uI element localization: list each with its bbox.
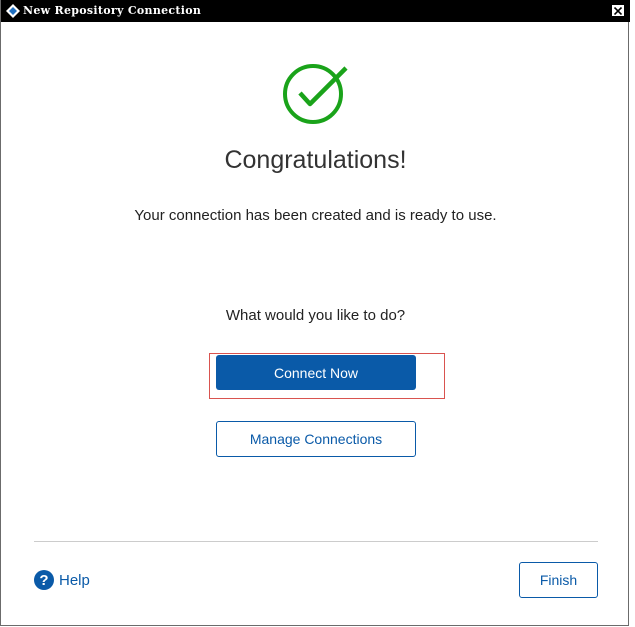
- check-circle-icon: [283, 64, 348, 124]
- close-button[interactable]: [611, 4, 625, 17]
- dialog-window: New Repository Connection Congratulation…: [0, 0, 630, 626]
- next-step-prompt: What would you like to do?: [225, 307, 406, 324]
- app-diamond-icon: [6, 4, 20, 18]
- manage-connections-button[interactable]: Manage Connections: [216, 421, 416, 457]
- page-title: Congratulations!: [224, 146, 407, 174]
- success-message: Your connection has been created and is …: [134, 207, 497, 224]
- close-icon: [614, 6, 622, 15]
- help-label: Help: [59, 571, 90, 589]
- footer-divider: [34, 541, 598, 542]
- finish-button[interactable]: Finish: [519, 562, 598, 598]
- window-title: New Repository Connection: [23, 4, 202, 17]
- connect-now-button[interactable]: Connect Now: [216, 355, 416, 390]
- title-bar[interactable]: New Repository Connection: [1, 0, 630, 22]
- help-link[interactable]: ? Help: [34, 570, 90, 590]
- help-icon: ?: [34, 570, 54, 590]
